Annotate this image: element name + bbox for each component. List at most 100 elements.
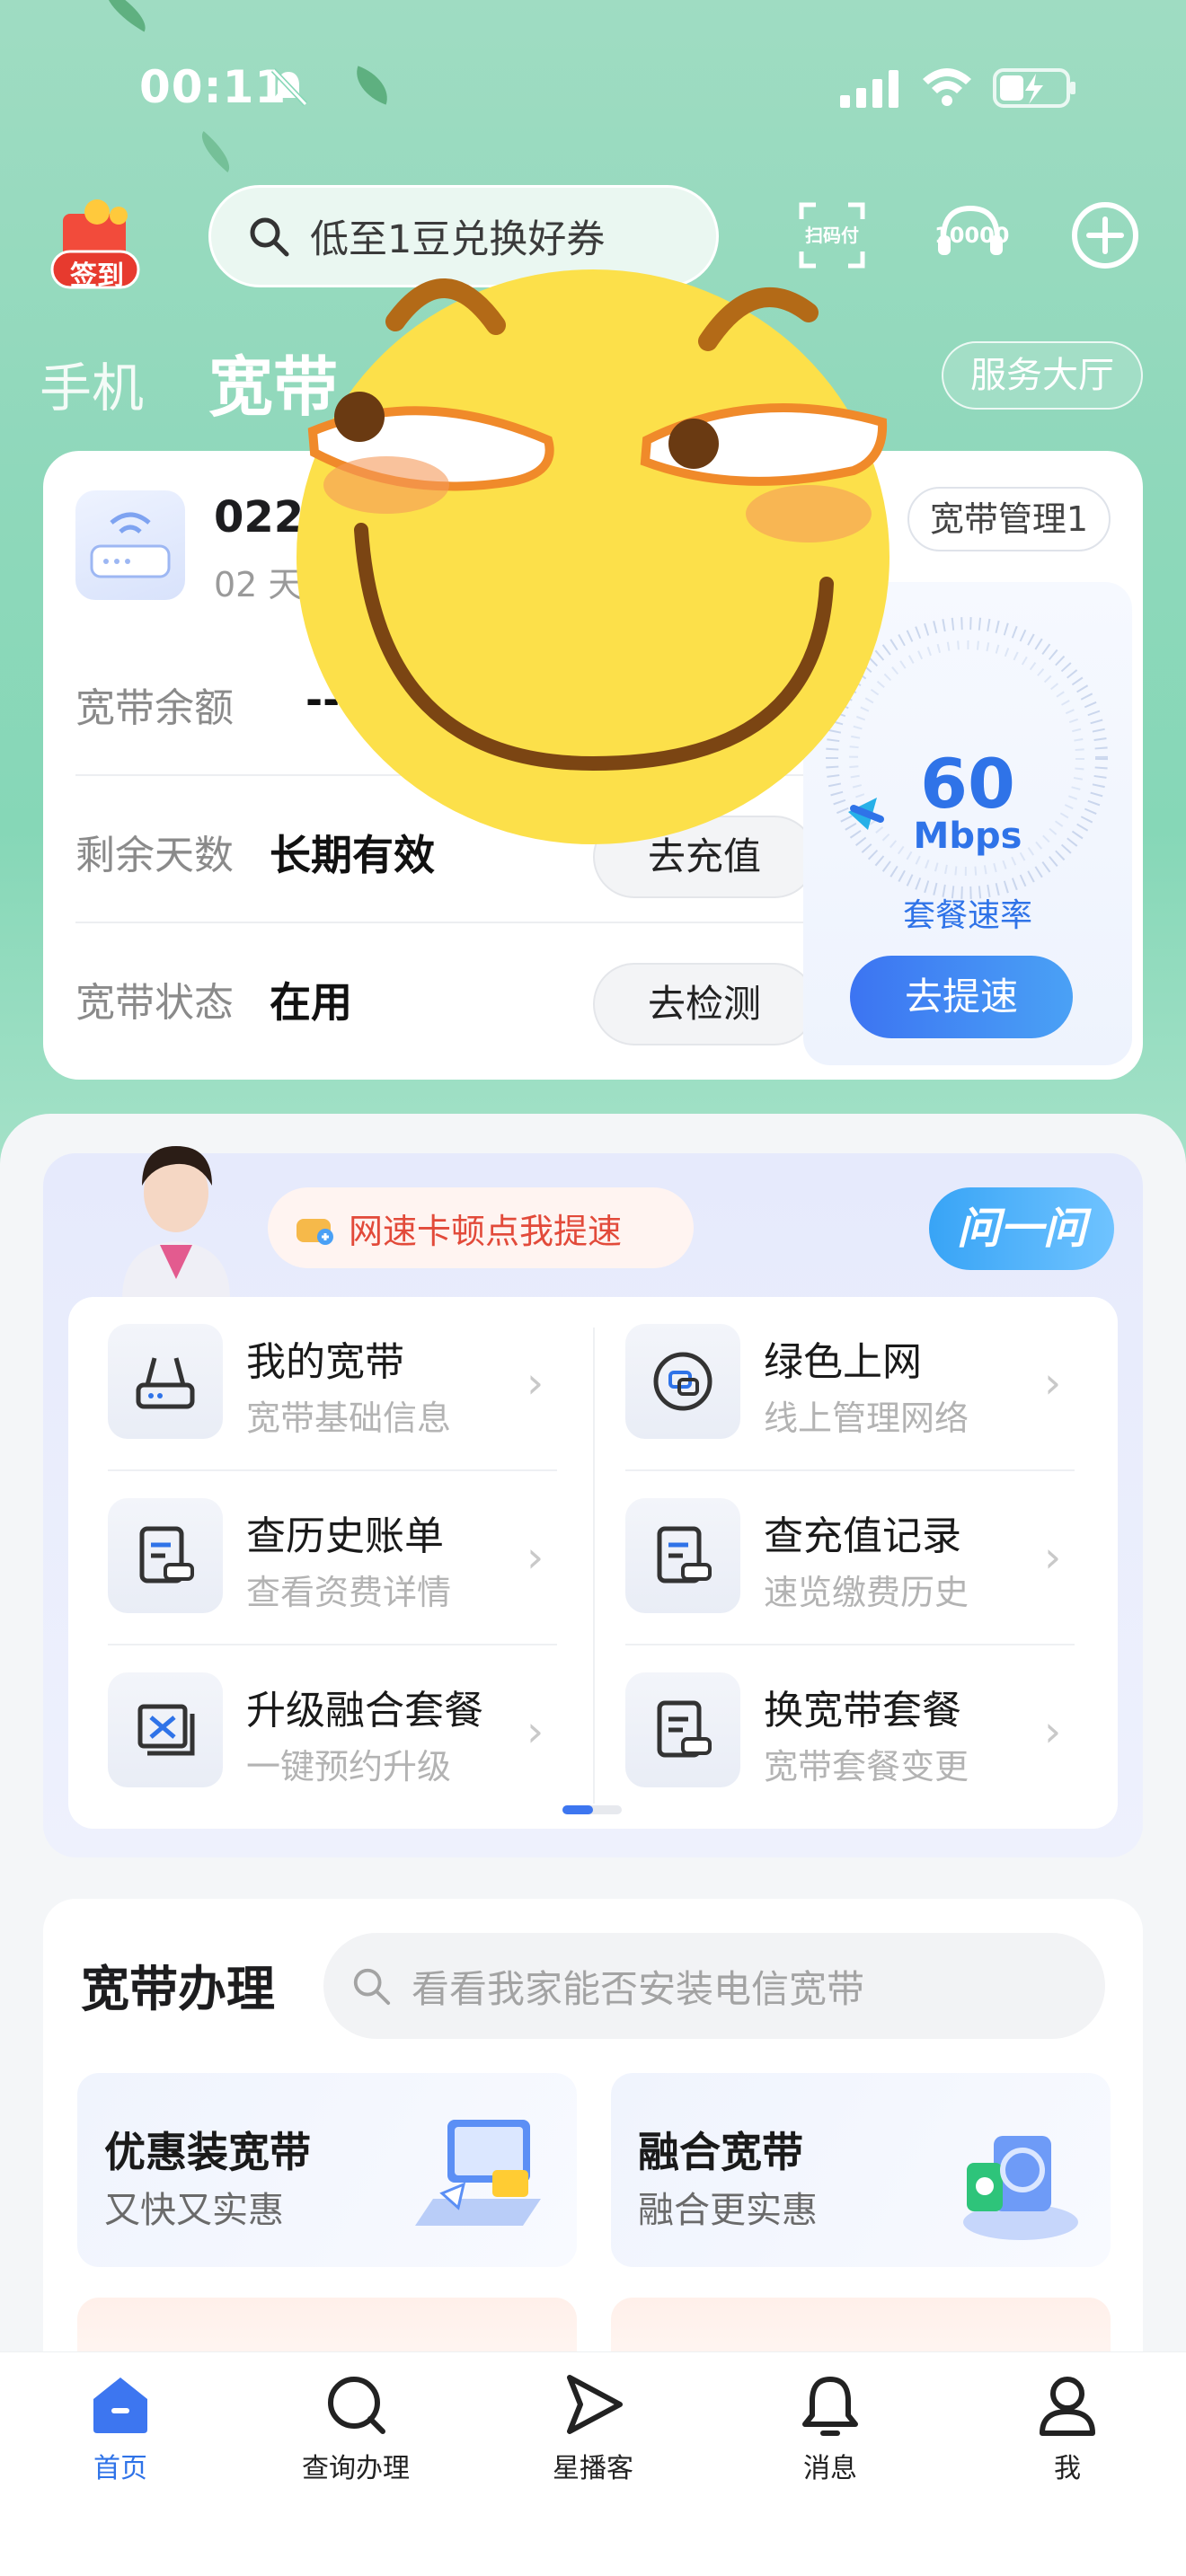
- divider: [108, 1469, 557, 1471]
- divider: [625, 1469, 1075, 1471]
- status-label: 宽带状态: [75, 980, 234, 1026]
- status-value: 在用: [270, 978, 352, 1027]
- offer-title: 融合宽带: [638, 2128, 803, 2176]
- signal-icon: [840, 70, 898, 108]
- address-check-placeholder: 看看我家能否安装电信宽带: [412, 1966, 865, 2011]
- bill-icon: [139, 1526, 194, 1584]
- search-icon: [353, 1968, 391, 2006]
- router-icon: [90, 512, 171, 578]
- status-time: 00:11: [139, 61, 288, 113]
- service-my-broadband[interactable]: 我的宽带 宽带基础信息 ›: [68, 1302, 571, 1460]
- section-title: 宽带办理: [81, 1961, 275, 2017]
- service-subtitle: 查看资费详情: [246, 1573, 452, 1612]
- wifi-icon: [923, 68, 971, 106]
- bottom-navigation: 首页 查询办理 星播客 消息 我: [0, 2351, 1186, 2576]
- offer-title: 优惠装宽带: [104, 2128, 311, 2176]
- broadband-manage-button[interactable]: 宽带管理1: [907, 487, 1111, 551]
- offer-discount-broadband[interactable]: 优惠装宽带 又快又实惠: [77, 2073, 577, 2267]
- chevron-right-icon: ›: [527, 1707, 544, 1757]
- balance-label: 宽带余额: [75, 685, 234, 731]
- tab-phone[interactable]: 手机: [40, 346, 144, 421]
- nav-me[interactable]: 我: [978, 2370, 1157, 2514]
- chevron-right-icon: ›: [1044, 1532, 1062, 1583]
- checkin-label[interactable]: 签到: [52, 253, 142, 293]
- smirk-emoji-sticker: [296, 269, 890, 844]
- divider: [625, 1644, 1075, 1645]
- service-subtitle: 宽带套餐变更: [764, 1747, 969, 1786]
- nav-messages[interactable]: 消息: [740, 2370, 920, 2514]
- service-title: 查历史账单: [246, 1513, 444, 1559]
- ask-button[interactable]: 问一问: [929, 1187, 1114, 1270]
- scan-pay-label: 扫码付: [805, 225, 859, 246]
- router-thumbnail: [75, 490, 185, 600]
- page-indicator: [562, 1805, 622, 1814]
- nav-home[interactable]: 首页: [31, 2370, 210, 2514]
- computer-illustration-icon: [415, 2120, 541, 2226]
- status-row: 宽带状态 在用 去检测: [75, 931, 816, 1065]
- nav-star-broadcast[interactable]: 星播客: [503, 2370, 683, 2514]
- user-icon: [1040, 2377, 1095, 2436]
- speed-up-button[interactable]: 去提速: [850, 956, 1073, 1038]
- offer-bundle-broadband[interactable]: 融合宽带 融合更实惠: [611, 2073, 1111, 2267]
- speed-tip-bubble[interactable]: 网速卡顿点我提速: [268, 1187, 694, 1268]
- service-change-plan[interactable]: 换宽带套餐 宽带套餐变更 ›: [586, 1651, 1089, 1809]
- chevron-right-icon: ›: [1044, 1707, 1062, 1757]
- remaining-days-label: 剩余天数: [75, 833, 234, 878]
- service-subtitle: 宽带基础信息: [246, 1398, 452, 1438]
- diagnose-button[interactable]: 去检测: [593, 963, 816, 1045]
- divider: [75, 922, 812, 923]
- offer-subtitle: 融合更实惠: [638, 2190, 818, 2231]
- status-bar: 00:11: [0, 54, 1186, 126]
- chevron-right-icon: ›: [527, 1532, 544, 1583]
- nav-label: 首页: [93, 2453, 147, 2484]
- battery-charging-icon: [993, 68, 1075, 108]
- router-icon: [136, 1357, 195, 1409]
- chevron-right-icon: ›: [527, 1358, 544, 1408]
- star-broadcast-icon: [567, 2375, 623, 2434]
- search-placeholder: 低至1豆兑换好券: [310, 217, 606, 262]
- hotline-button[interactable]: 10000: [934, 199, 1010, 271]
- service-upgrade-plan[interactable]: 升级融合套餐 一键预约升级 ›: [68, 1651, 571, 1809]
- nav-label: 查询办理: [302, 2453, 410, 2484]
- service-subtitle: 速览缴费历史: [764, 1573, 969, 1612]
- service-subtitle: 一键预约升级: [246, 1747, 452, 1786]
- service-title: 绿色上网: [764, 1339, 922, 1385]
- service-recharge-record[interactable]: 查充值记录 速览缴费历史 ›: [586, 1477, 1089, 1635]
- speed-tip-text: 网速卡顿点我提速: [349, 1211, 623, 1251]
- service-green-net[interactable]: 绿色上网 线上管理网络 ›: [586, 1302, 1089, 1460]
- service-title: 升级融合套餐: [246, 1688, 483, 1734]
- nav-label: 消息: [803, 2453, 857, 2484]
- nav-query[interactable]: 查询办理: [266, 2370, 446, 2514]
- service-grid: 我的宽带 宽带基础信息 › 绿色上网 线上管理网络 › 查历史账单 查看资费详情…: [68, 1297, 1118, 1829]
- service-title: 换宽带套餐: [764, 1688, 961, 1734]
- service-title: 我的宽带: [246, 1339, 404, 1385]
- mute-bell-icon: [270, 67, 308, 107]
- bundle-illustration-icon: [963, 2136, 1078, 2240]
- hotline-label: 10000: [934, 223, 1010, 248]
- router-icon: [108, 1324, 223, 1439]
- change-plan-icon: [625, 1672, 740, 1787]
- speedometer-icon: [296, 1219, 333, 1245]
- divider: [108, 1644, 557, 1645]
- address-check-input[interactable]: 看看我家能否安装电信宽带: [323, 1933, 1105, 2039]
- nav-label: 星播客: [553, 2453, 633, 2484]
- change-plan-icon: [657, 1700, 712, 1758]
- bill-icon: [108, 1498, 223, 1613]
- add-icon[interactable]: [1069, 199, 1141, 271]
- chevron-right-icon: ›: [1044, 1358, 1062, 1408]
- search-icon: [250, 217, 289, 257]
- service-bill-history[interactable]: 查历史账单 查看资费详情 ›: [68, 1477, 571, 1635]
- bell-icon: [802, 2377, 858, 2436]
- recharge-record-icon: [625, 1498, 740, 1613]
- service-agent-avatar: [122, 1146, 230, 1299]
- upgrade-icon: [108, 1672, 223, 1787]
- service-hall-button[interactable]: 服务大厅: [942, 341, 1143, 410]
- nav-label: 我: [1054, 2453, 1081, 2484]
- home-icon: [93, 2378, 147, 2433]
- speed-label: 套餐速率: [902, 897, 1032, 934]
- service-title: 查充值记录: [764, 1513, 961, 1559]
- green-net-icon: [625, 1324, 740, 1439]
- recharge-record-icon: [657, 1526, 712, 1584]
- upgrade-icon: [137, 1704, 195, 1756]
- query-icon: [328, 2377, 385, 2434]
